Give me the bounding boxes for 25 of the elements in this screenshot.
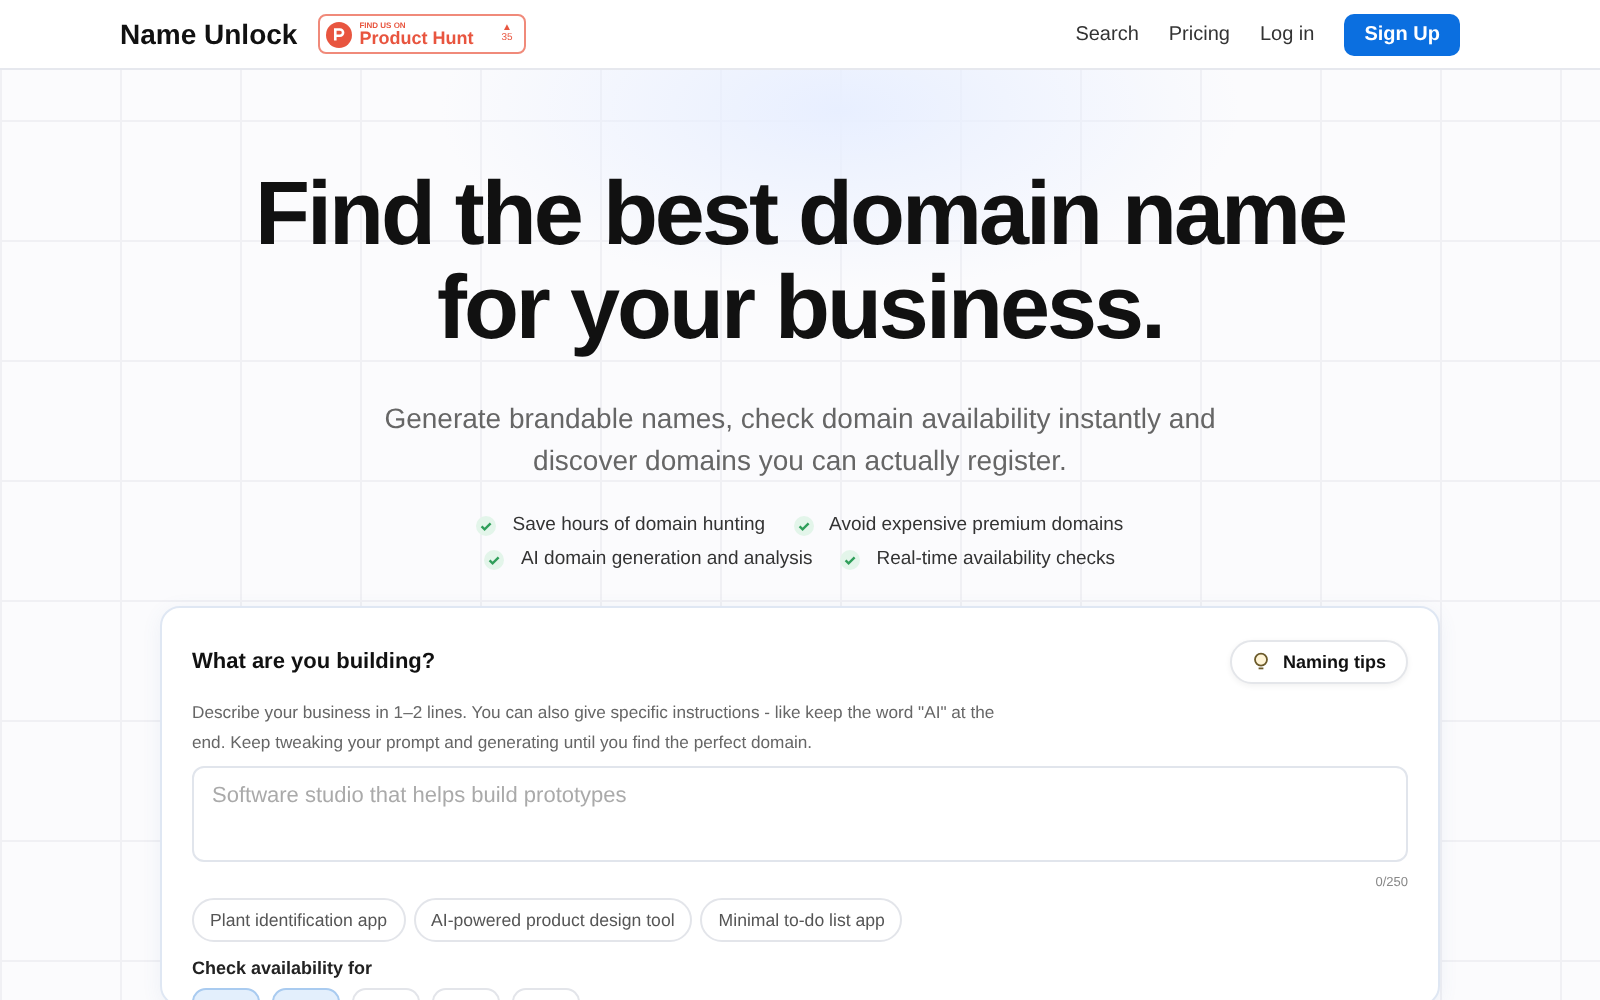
sign-up-button[interactable]: Sign Up — [1344, 13, 1460, 55]
feature-text: Avoid expensive premium domains — [829, 514, 1124, 536]
check-icon — [793, 515, 814, 535]
example-chip[interactable]: Minimal to-do list app — [700, 898, 903, 942]
example-chip[interactable]: Plant identification app — [192, 898, 406, 942]
feature-text: AI domain generation and analysis — [520, 548, 813, 570]
nav-link[interactable]: Log in — [1259, 23, 1315, 45]
example-chip[interactable]: AI-powered product design tool — [413, 898, 693, 942]
check-icon — [484, 549, 505, 569]
lightbulb-icon — [1252, 652, 1271, 672]
logo: Name Unlock — [120, 18, 298, 50]
feature-text: Real-time availability checks — [876, 548, 1116, 570]
description-text: Describe your business in 1–2 lines. You can also give specific instructions - like keep the word "AI" at the end. Keep tweaking your prompt and generating until you find the perfect domain. — [192, 700, 997, 756]
card-heading: What are you building? — [192, 650, 436, 674]
business-input-field[interactable]: Software studio that helps build prototypes — [192, 766, 1408, 862]
check-icon — [476, 515, 497, 535]
naming-tips-button[interactable]: Naming tips — [1230, 640, 1408, 684]
check-icon — [840, 549, 861, 569]
nav-link[interactable]: Pricing — [1168, 23, 1230, 45]
section-label: Check availability for — [192, 958, 375, 978]
feature-text: Save hours of domain hunting — [512, 514, 766, 536]
hero-title: Find the best domain name for your business. — [252, 166, 1348, 354]
nav-link[interactable]: Search — [1075, 23, 1139, 45]
p-logo-icon — [325, 21, 352, 47]
hero-subtitle: Generate brandable names, check domain availability instantly and discover domains you can actually register. — [382, 400, 1218, 480]
